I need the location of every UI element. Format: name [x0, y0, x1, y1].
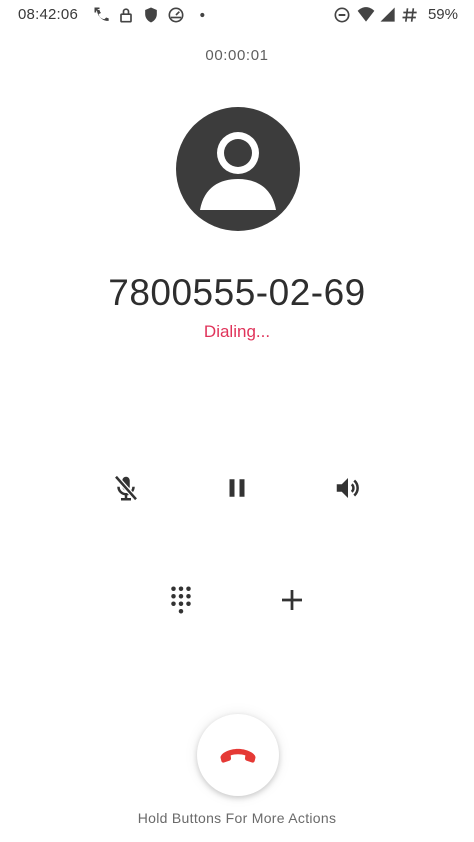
person-icon: [176, 107, 300, 231]
do-not-disturb-icon: [332, 5, 352, 25]
speaker-icon: [336, 478, 359, 498]
mute-button[interactable]: [104, 466, 148, 510]
call-screen: 08:42:06 59% 00:00:01 7800555-02-69 Dial…: [0, 0, 474, 842]
dialpad-button[interactable]: [159, 578, 203, 622]
speaker-button[interactable]: [326, 466, 370, 510]
hang-up-icon: [220, 748, 256, 763]
call-status: Dialing...: [203, 322, 271, 341]
shield-icon: [141, 5, 161, 25]
status-bar: 08:42:06 59%: [0, 0, 474, 30]
add-call-button[interactable]: [270, 578, 314, 622]
call-timer: 00:00:01: [205, 47, 269, 64]
pause-icon: [229, 479, 245, 497]
hold-button[interactable]: [215, 466, 259, 510]
phone-number: 7800555-02-69: [108, 272, 366, 313]
battery-percent: 59%: [427, 6, 458, 23]
mute-icon: [114, 475, 138, 501]
missed-call-icon: [92, 5, 112, 25]
hash-icon: [400, 5, 420, 25]
hold-hint-text: Hold Buttons For More Actions: [137, 810, 337, 826]
cell-signal-icon: [378, 5, 398, 25]
status-time: 08:42:06: [18, 6, 78, 23]
speed-gauge-icon: [166, 5, 186, 25]
wifi-icon: [356, 5, 376, 25]
contact-avatar: [176, 107, 300, 231]
add-call-icon: [282, 590, 302, 610]
notification-dot-icon: [194, 5, 214, 25]
lock-icon: [116, 5, 136, 25]
dialpad-icon: [171, 586, 191, 614]
end-call-button[interactable]: [197, 714, 279, 796]
